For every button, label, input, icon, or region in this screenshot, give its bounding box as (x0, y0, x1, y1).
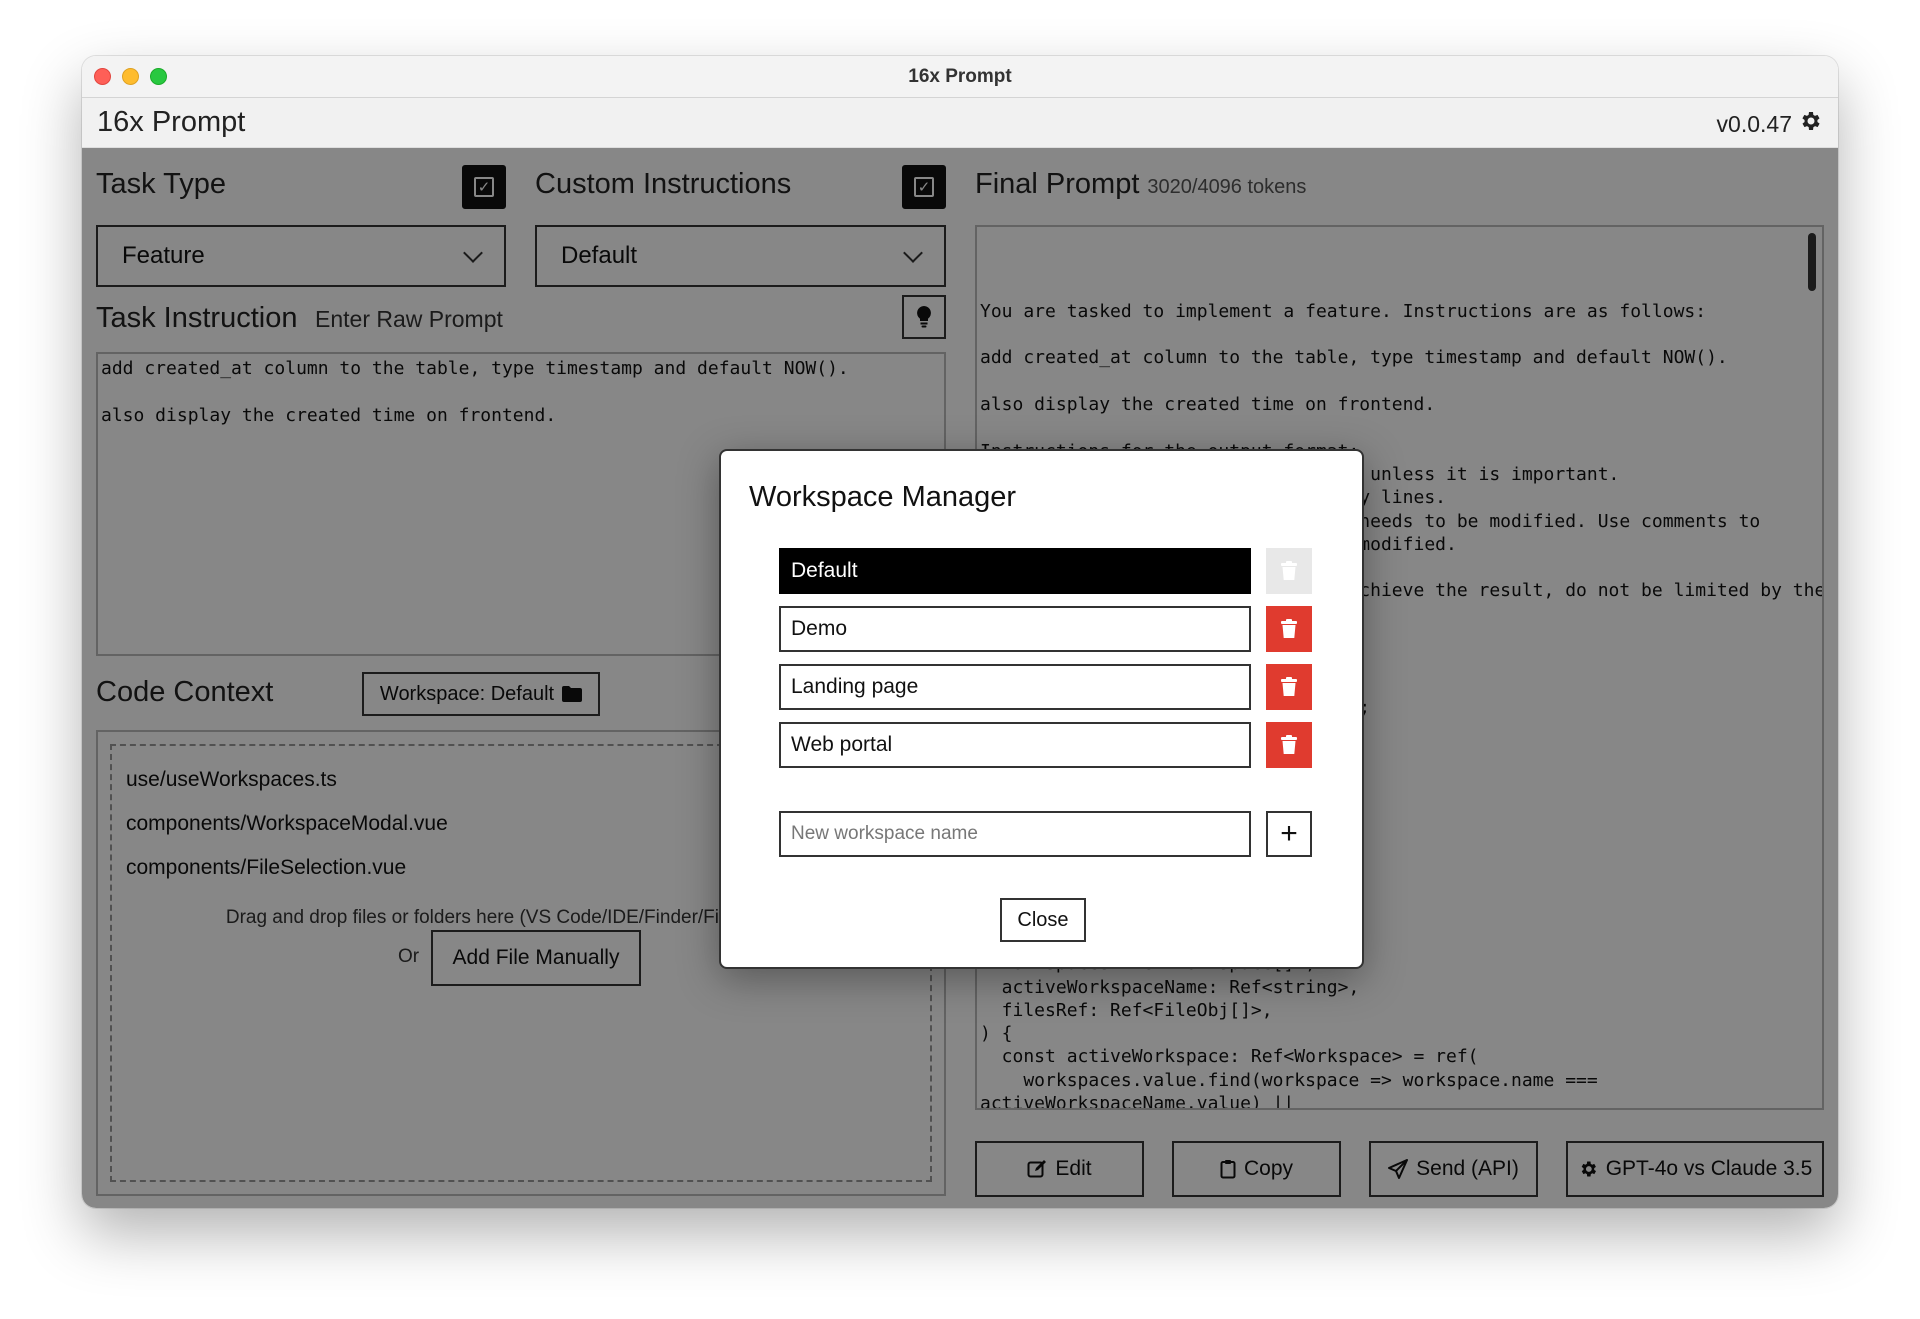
close-label: Close (1017, 908, 1069, 931)
new-workspace-name-input[interactable] (779, 811, 1251, 857)
modal-title: Workspace Manager (749, 481, 1017, 513)
version-label: v0.0.47 (1716, 110, 1792, 137)
app-name: 16x Prompt (97, 106, 246, 138)
workspace-name: Demo (791, 617, 848, 640)
title-bar: 16x Prompt (82, 56, 1838, 98)
delete-workspace-button[interactable] (1266, 606, 1312, 652)
add-workspace-button[interactable]: + (1266, 811, 1312, 857)
workspace-name: Web portal (791, 733, 893, 756)
delete-workspace-button-disabled (1266, 548, 1312, 594)
settings-gear-icon[interactable] (1798, 109, 1822, 139)
window-title: 16x Prompt (908, 66, 1012, 87)
workspace-name: Landing page (791, 675, 919, 698)
trash-icon (1281, 619, 1297, 638)
delete-workspace-button[interactable] (1266, 722, 1312, 768)
app-header: 16x Prompt v0.0.47 (82, 98, 1838, 148)
trash-icon (1281, 561, 1297, 580)
workspace-row-default[interactable]: Default (779, 548, 1251, 594)
delete-workspace-button[interactable] (1266, 664, 1312, 710)
trash-icon (1281, 735, 1297, 754)
plus-icon: + (1280, 817, 1298, 850)
version-area: v0.0.47 (1717, 109, 1822, 139)
trash-icon (1281, 677, 1297, 696)
app-window: 16x Prompt 16x Prompt v0.0.47 Task Type … (82, 56, 1838, 1208)
close-modal-button[interactable]: Close (1000, 898, 1086, 942)
workspace-manager-modal: Workspace Manager Default Demo Landing p… (719, 449, 1364, 969)
workspace-row-demo[interactable]: Demo (779, 606, 1251, 652)
workspace-row-web-portal[interactable]: Web portal (779, 722, 1251, 768)
workspace-name: Default (791, 559, 858, 582)
workspace-row-landing-page[interactable]: Landing page (779, 664, 1251, 710)
